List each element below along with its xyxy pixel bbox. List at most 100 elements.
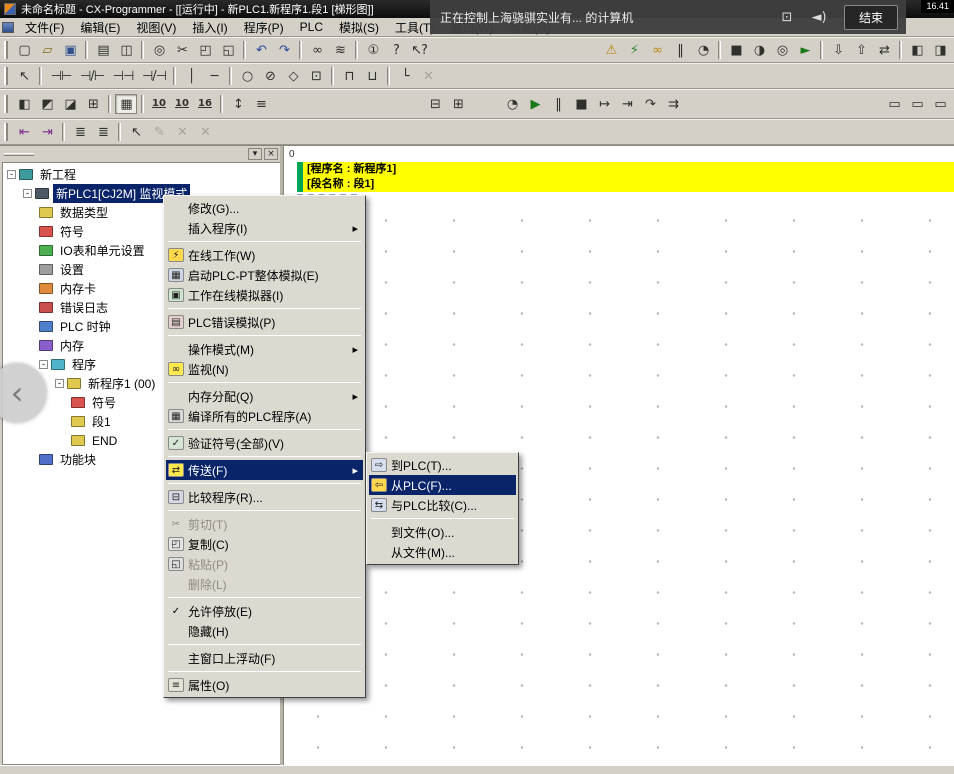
toggle-project-window-button[interactable]: ◧ (13, 94, 35, 114)
expand-toggle[interactable]: - (7, 170, 16, 179)
paste-menuitem[interactable]: ◱ 粘贴(P) (166, 554, 363, 574)
compile-all-plc-programs-menuitem[interactable]: ▦ 编译所有的PLC程序(A) (166, 406, 363, 426)
new-function-block-button[interactable]: ⊓ (338, 66, 360, 86)
new-closed-coil-button[interactable]: ⊘ (259, 66, 281, 86)
properties-menuitem[interactable]: ≡ 属性(O) (166, 675, 363, 695)
toggle-watch-window-button[interactable]: ◪ (59, 94, 81, 114)
symbol-bar-button[interactable]: ≣ (92, 122, 114, 142)
cut-button[interactable]: ✂ (171, 40, 193, 60)
rung-list-button[interactable]: ≣ (69, 122, 91, 142)
copy-button[interactable]: ◰ (194, 40, 216, 60)
toolbar-grip[interactable] (4, 67, 8, 85)
compare-program-menuitem[interactable]: ⊟ 比较程序(R)... (166, 487, 363, 507)
compare-with-plc-menuitem[interactable]: ⇆ 与PLC比较(C)... (369, 495, 516, 515)
from-plc-menuitem[interactable]: ⇦ 从PLC(F)... (369, 475, 516, 495)
menu-edit[interactable]: 编辑(E) (73, 17, 127, 38)
upload-from-plc-button[interactable]: ⇧ (850, 40, 872, 60)
program-mode-button[interactable]: ■ (725, 40, 747, 60)
help-button[interactable]: ? (385, 40, 407, 60)
print-preview-button[interactable]: ◫ (115, 40, 137, 60)
download-to-plc-button[interactable]: ⇩ (827, 40, 849, 60)
search-button[interactable]: ◎ (148, 40, 170, 60)
select-mode-button[interactable]: ↖ (125, 122, 147, 142)
vertical-line-button[interactable]: │ (180, 66, 202, 86)
work-online-menuitem[interactable]: ⚡ 在线工作(W) (166, 245, 363, 265)
indent-rung-button[interactable]: ⇥ (36, 122, 58, 142)
work-online-button[interactable]: ⚠ (600, 40, 622, 60)
delete-line-button[interactable]: ✕ (417, 66, 439, 86)
run-to-cursor-button[interactable]: ⇉ (662, 94, 684, 114)
save-button[interactable]: ▣ (59, 40, 81, 60)
paste-button[interactable]: ◱ (217, 40, 239, 60)
monitor-mode-button[interactable]: ◎ (771, 40, 793, 60)
new-or-closed-contact-button[interactable]: ⊣/⊣ (139, 66, 169, 86)
menu-insert[interactable]: 插入(I) (185, 17, 234, 38)
info-button[interactable]: ① (362, 40, 384, 60)
sim-window-button[interactable]: ⊞ (447, 94, 469, 114)
step-over-button[interactable]: ⇥ (616, 94, 638, 114)
menu-view[interactable]: 视图(V) (129, 17, 183, 38)
mini-toolbar-3-button[interactable]: ▭ (929, 94, 951, 114)
modify-menuitem[interactable]: 修改(G)... (166, 198, 363, 218)
undo-button[interactable]: ↶ (250, 40, 272, 60)
toggle-grid-button[interactable]: ▦ (115, 94, 137, 114)
open-button[interactable]: ▱ (36, 40, 58, 60)
show-annotations-button[interactable]: ≡ (250, 94, 272, 114)
auto-online-button[interactable]: ⚡ (623, 40, 645, 60)
toolbar-grip[interactable] (4, 123, 8, 141)
hide-menuitem[interactable]: 隐藏(H) (166, 621, 363, 641)
window-tile-button[interactable]: ◨ (929, 40, 951, 60)
new-or-contact-button[interactable]: ⊣⊣ (108, 66, 138, 86)
continuous-scan-button[interactable]: ↷ (639, 94, 661, 114)
monitor-menuitem[interactable]: ∞ 监视(N) (166, 359, 363, 379)
mini-toolbar-1-button[interactable]: ▭ (883, 94, 905, 114)
mini-toolbar-2-button[interactable]: ▭ (906, 94, 928, 114)
debug-mode-button[interactable]: ◑ (748, 40, 770, 60)
to-file-menuitem[interactable]: 到文件(O)... (369, 522, 516, 542)
sim-settings-button[interactable]: ⊟ (424, 94, 446, 114)
copy-menuitem[interactable]: ◰ 复制(C) (166, 534, 363, 554)
menu-simulation[interactable]: 模拟(S) (332, 17, 386, 38)
menu-program[interactable]: 程序(P) (237, 17, 291, 38)
step-run-button[interactable]: ↦ (593, 94, 615, 114)
new-coil-button[interactable]: ○ (236, 66, 258, 86)
new-button[interactable]: ▢ (13, 40, 35, 60)
find-button[interactable]: ∞ (306, 40, 328, 60)
expand-toggle[interactable]: - (23, 189, 32, 198)
menu-file[interactable]: 文件(F) (18, 17, 71, 38)
monitoring-button[interactable]: ∞ (646, 40, 668, 60)
connect-line-button[interactable]: └ (394, 66, 416, 86)
outdent-rung-button[interactable]: ⇤ (13, 122, 35, 142)
new-contact-button[interactable]: ⊣⊢ (46, 66, 76, 86)
toolbar-grip[interactable] (4, 95, 8, 113)
insert-program-menuitem[interactable]: 插入程序(I) (166, 218, 363, 238)
redo-button[interactable]: ↷ (273, 40, 295, 60)
to-plc-menuitem[interactable]: ⇨ 到PLC(T)... (369, 455, 516, 475)
panel-grip[interactable] (4, 153, 34, 156)
print-button[interactable]: ▤ (92, 40, 114, 60)
float-on-main-window-menuitem[interactable]: 主窗口上浮动(F) (166, 648, 363, 668)
replace-button[interactable]: ≋ (329, 40, 351, 60)
font-size-10-button[interactable]: 10 (148, 94, 170, 114)
panel-menu-button[interactable]: ▾ (248, 148, 262, 160)
expand-toggle[interactable]: - (55, 379, 64, 388)
from-file-menuitem[interactable]: 从文件(M)... (369, 542, 516, 562)
sim-run-button[interactable]: ▶ (524, 94, 546, 114)
cut-menuitem[interactable]: ✂ 剪切(T) (166, 514, 363, 534)
edit-comment-button[interactable]: ✎ (148, 122, 170, 142)
scan-once-button[interactable]: ◔ (501, 94, 523, 114)
menu-plc[interactable]: PLC (293, 18, 330, 36)
new-closed-contact-button[interactable]: ⊣/⊢ (77, 66, 107, 86)
start-plc-pt-simulation-menuitem[interactable]: ▦ 启动PLC-PT整体模拟(E) (166, 265, 363, 285)
toggle-cross-reference-button[interactable]: ⊞ (82, 94, 104, 114)
font-size-16-button[interactable]: 16 (194, 94, 216, 114)
sim-stop-button[interactable]: ■ (570, 94, 592, 114)
run-mode-button[interactable]: ► (794, 40, 816, 60)
expand-toggle[interactable]: - (39, 360, 48, 369)
end-session-button[interactable]: 结束 (844, 5, 898, 30)
font-size-10-small-button[interactable]: 10 (171, 94, 193, 114)
window-cascade-button[interactable]: ◧ (906, 40, 928, 60)
toggle-output-window-button[interactable]: ◩ (36, 94, 58, 114)
transfer-menuitem[interactable]: ⇄ 传送(F) (166, 460, 363, 480)
memory-allocation-menuitem[interactable]: 内存分配(Q) (166, 386, 363, 406)
